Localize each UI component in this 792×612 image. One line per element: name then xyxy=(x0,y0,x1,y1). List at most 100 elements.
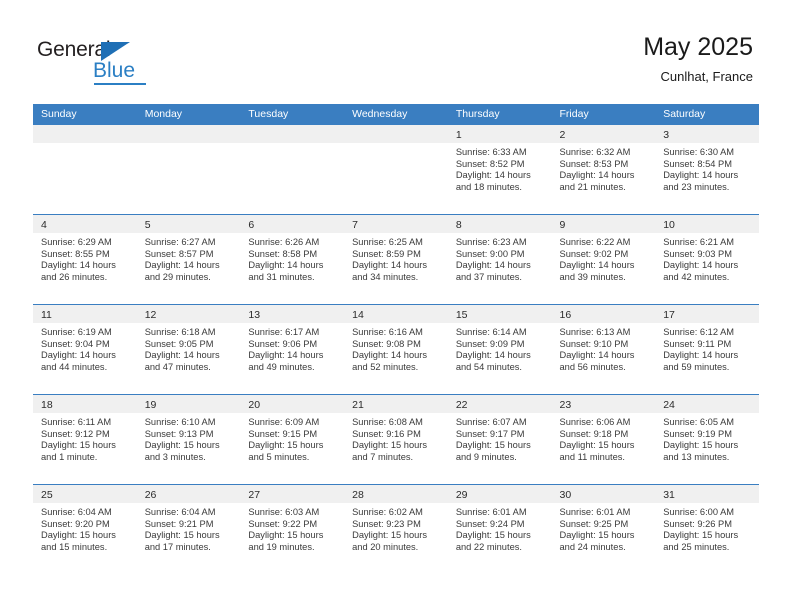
daylight-text-cont: and 39 minutes. xyxy=(559,271,626,282)
day-number: 27 xyxy=(248,489,261,501)
calendar-page: General Blue May 2025 Cunlhat, France Su… xyxy=(0,0,792,612)
day-number: 12 xyxy=(144,309,157,321)
calendar-day-cell[interactable]: 29 Sunrise: 6:01 AM Sunset: 9:24 PM Dayligh… xyxy=(447,485,552,577)
day-number-band: 11 xyxy=(33,305,137,323)
day-number: 30 xyxy=(559,489,572,501)
calendar-day-cell[interactable]: 15 Sunrise: 6:14 AM Sunset: 9:09 PM Dayligh… xyxy=(447,305,552,394)
calendar-day-cell[interactable]: 5 Sunrise: 6:27 AM Sunset: 8:57 PM Daylight… xyxy=(136,215,241,304)
daylight-text-cont: and 7 minutes. xyxy=(352,451,414,462)
calendar-day-cell[interactable]: 30 Sunrise: 6:01 AM Sunset: 9:25 PM Dayligh… xyxy=(551,485,656,577)
daylight-text: Daylight: 15 hours xyxy=(455,530,531,541)
calendar-day-cell[interactable]: 3 Sunrise: 6:30 AM Sunset: 8:54 PM Daylight… xyxy=(655,125,759,214)
sunrise-text: Sunrise: 6:04 AM xyxy=(41,507,112,517)
daylight-text-cont: and 29 minutes. xyxy=(144,271,211,282)
sunset-text: Sunset: 8:55 PM xyxy=(41,248,110,259)
day-number: 17 xyxy=(663,309,675,321)
page-title: May 2025 xyxy=(643,33,753,61)
calendar-day-cell[interactable]: 4 Sunrise: 6:29 AM Sunset: 8:55 PM Daylight… xyxy=(33,215,137,304)
sunset-text: Sunset: 9:03 PM xyxy=(663,248,732,259)
calendar-day-cell[interactable]: 14 Sunrise: 6:16 AM Sunset: 9:08 PM Dayligh… xyxy=(344,305,448,394)
daylight-text: Daylight: 14 hours xyxy=(663,260,739,271)
day-details: Sunrise: 6:09 AM Sunset: 9:15 PM Daylight:… xyxy=(240,413,344,463)
daylight-text-cont: and 5 minutes. xyxy=(248,451,310,462)
calendar-day-cell[interactable]: 31 Sunrise: 6:00 AM Sunset: 9:26 PM Dayligh… xyxy=(655,485,759,577)
day-number: 29 xyxy=(455,489,468,501)
page-header: General Blue May 2025 Cunlhat, France xyxy=(0,0,792,104)
daylight-text-cont: and 23 minutes. xyxy=(663,181,730,192)
calendar-day-cell[interactable]: 23 Sunrise: 6:06 AM Sunset: 9:18 PM Dayligh… xyxy=(551,395,656,484)
calendar-day-cell[interactable]: 9 Sunrise: 6:22 AM Sunset: 9:02 PM Daylight… xyxy=(551,215,656,304)
daylight-text-cont: and 31 minutes. xyxy=(248,271,315,282)
daylight-text: Daylight: 14 hours xyxy=(41,260,116,271)
day-of-week-friday: Friday xyxy=(559,108,589,120)
day-number-band: 28 xyxy=(344,485,448,503)
daylight-text-cont: and 21 minutes. xyxy=(559,181,626,192)
sunset-text: Sunset: 9:16 PM xyxy=(352,428,421,439)
calendar-day-cell[interactable]: 13 Sunrise: 6:17 AM Sunset: 9:06 PM Dayligh… xyxy=(240,305,345,394)
sunrise-text: Sunrise: 6:32 AM xyxy=(559,147,631,157)
daylight-text: Daylight: 15 hours xyxy=(559,530,635,541)
day-number: 13 xyxy=(248,309,261,321)
day-number: 24 xyxy=(663,399,675,411)
day-details: Sunrise: 6:11 AM Sunset: 9:12 PM Daylight:… xyxy=(33,413,137,463)
day-number: 28 xyxy=(352,489,364,501)
calendar-day-cell[interactable]: 25 Sunrise: 6:04 AM Sunset: 9:20 PM Dayligh… xyxy=(33,485,137,577)
sunrise-text: Sunrise: 6:33 AM xyxy=(455,147,527,157)
sunrise-text: Sunrise: 6:27 AM xyxy=(144,237,216,247)
day-number: 22 xyxy=(455,399,468,411)
day-number-band: 9 xyxy=(551,215,656,233)
day-details: Sunrise: 6:16 AM Sunset: 9:08 PM Daylight:… xyxy=(344,323,448,373)
day-number-band: 23 xyxy=(551,395,656,413)
calendar-day-cell[interactable]: 22 Sunrise: 6:07 AM Sunset: 9:17 PM Dayligh… xyxy=(447,395,552,484)
day-details: Sunrise: 6:18 AM Sunset: 9:05 PM Daylight:… xyxy=(137,323,241,373)
sunrise-text: Sunrise: 6:12 AM xyxy=(663,327,735,337)
day-details: Sunrise: 6:04 AM Sunset: 9:21 PM Daylight:… xyxy=(137,503,241,553)
calendar-day-cell[interactable]: 6 Sunrise: 6:26 AM Sunset: 8:58 PM Daylight… xyxy=(240,215,345,304)
calendar-day-cell[interactable]: 27 Sunrise: 6:03 AM Sunset: 9:22 PM Dayligh… xyxy=(240,485,345,577)
day-details: Sunrise: 6:30 AM Sunset: 8:54 PM Daylight:… xyxy=(655,143,759,193)
day-number-band: 29 xyxy=(447,485,552,503)
calendar-day-cell[interactable]: 10 Sunrise: 6:21 AM Sunset: 9:03 PM Dayligh… xyxy=(655,215,759,304)
day-of-week-thursday: Thursday xyxy=(455,108,500,120)
daylight-text-cont: and 9 minutes. xyxy=(455,451,517,462)
logo-text-blue: Blue xyxy=(93,59,136,82)
day-number: 10 xyxy=(663,219,675,231)
day-details: Sunrise: 6:29 AM Sunset: 8:55 PM Daylight:… xyxy=(33,233,137,283)
calendar-day-cell[interactable]: 2 Sunrise: 6:32 AM Sunset: 8:53 PM Daylight… xyxy=(551,125,656,214)
day-number: 8 xyxy=(455,219,462,231)
calendar-day-cell[interactable]: 18 Sunrise: 6:11 AM Sunset: 9:12 PM Dayligh… xyxy=(33,395,137,484)
day-number: 21 xyxy=(352,399,364,411)
day-number-band: 31 xyxy=(655,485,759,503)
sunset-text: Sunset: 8:52 PM xyxy=(455,158,525,169)
day-number: 3 xyxy=(663,129,670,141)
daylight-text: Daylight: 14 hours xyxy=(559,350,635,361)
daylight-text: Daylight: 15 hours xyxy=(41,530,116,541)
calendar-day-cell[interactable]: 19 Sunrise: 6:10 AM Sunset: 9:13 PM Dayligh… xyxy=(136,395,241,484)
day-number-band: 21 xyxy=(344,395,448,413)
calendar-day-cell[interactable]: 20 Sunrise: 6:09 AM Sunset: 9:15 PM Dayligh… xyxy=(240,395,345,484)
sunset-text: Sunset: 8:57 PM xyxy=(144,248,214,259)
calendar-day-cell[interactable]: 11 Sunrise: 6:19 AM Sunset: 9:04 PM Dayligh… xyxy=(33,305,137,394)
calendar-day-cell[interactable]: 12 Sunrise: 6:18 AM Sunset: 9:05 PM Dayligh… xyxy=(136,305,241,394)
calendar-day-cell[interactable]: 1 Sunrise: 6:33 AM Sunset: 8:52 PM Daylight… xyxy=(447,125,552,214)
calendar-day-cell[interactable]: 16 Sunrise: 6:13 AM Sunset: 9:10 PM Dayligh… xyxy=(551,305,656,394)
calendar-day-cell[interactable]: 24 Sunrise: 6:05 AM Sunset: 9:19 PM Dayligh… xyxy=(655,395,759,484)
day-number-band: 18 xyxy=(33,395,137,413)
sunrise-text: Sunrise: 6:05 AM xyxy=(663,417,735,427)
calendar-day-cell[interactable]: 26 Sunrise: 6:04 AM Sunset: 9:21 PM Dayligh… xyxy=(136,485,241,577)
title-block: May 2025 Cunlhat, France xyxy=(643,32,753,87)
calendar-day-cell[interactable]: 7 Sunrise: 6:25 AM Sunset: 8:59 PM Daylight… xyxy=(344,215,448,304)
calendar-day-cell[interactable]: 21 Sunrise: 6:08 AM Sunset: 9:16 PM Dayligh… xyxy=(344,395,448,484)
sunrise-text: Sunrise: 6:22 AM xyxy=(559,237,631,247)
day-details: Sunrise: 6:12 AM Sunset: 9:11 PM Daylight:… xyxy=(655,323,759,373)
sunrise-text: Sunrise: 6:16 AM xyxy=(352,327,423,337)
day-number-band: 27 xyxy=(240,485,345,503)
day-of-week-monday: Monday xyxy=(144,108,183,120)
day-number-band: 26 xyxy=(136,485,241,503)
daylight-text: Daylight: 14 hours xyxy=(144,260,220,271)
daylight-text-cont: and 47 minutes. xyxy=(144,361,211,372)
calendar-day-cell[interactable]: 28 Sunrise: 6:02 AM Sunset: 9:23 PM Dayligh… xyxy=(344,485,448,577)
sunset-text: Sunset: 9:20 PM xyxy=(41,518,110,529)
calendar-day-cell[interactable]: 8 Sunrise: 6:23 AM Sunset: 9:00 PM Daylight… xyxy=(447,215,552,304)
calendar-day-cell[interactable]: 17 Sunrise: 6:12 AM Sunset: 9:11 PM Dayligh… xyxy=(655,305,759,394)
